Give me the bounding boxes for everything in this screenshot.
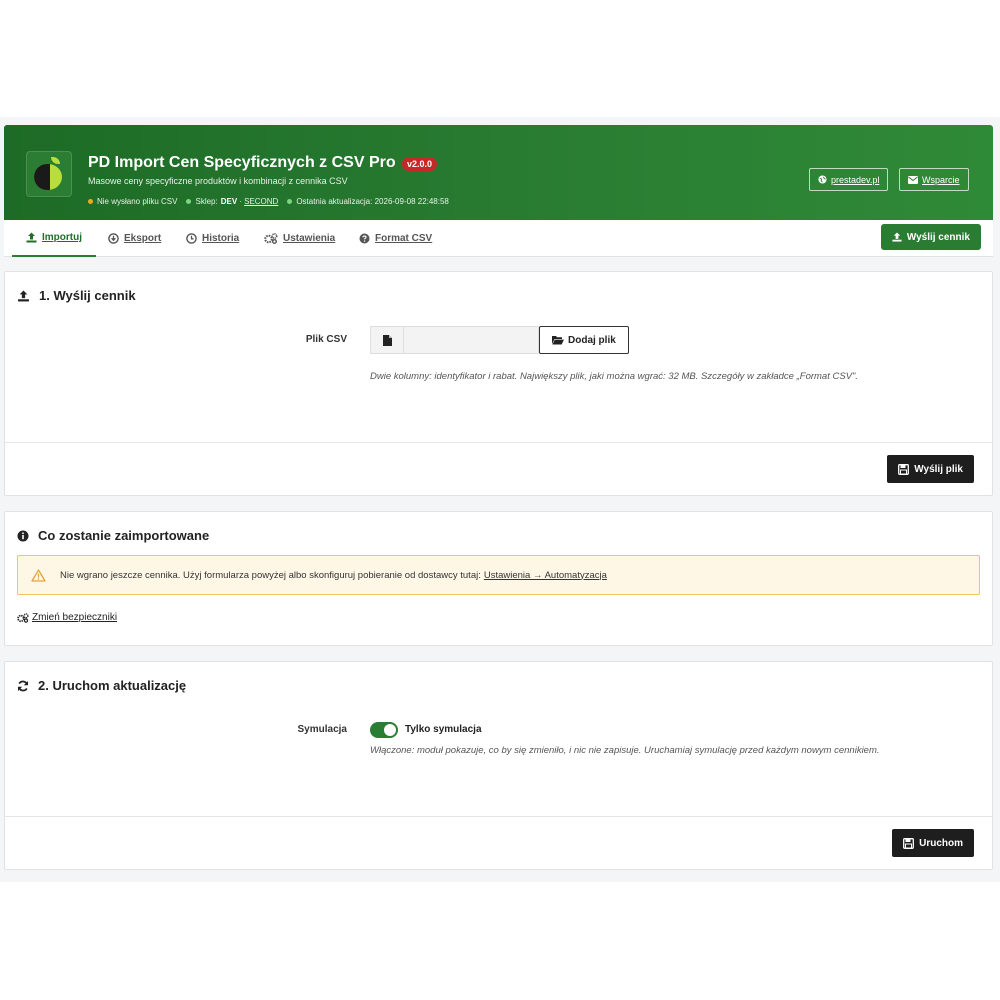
no-pricelist-alert: Nie wgrano jeszcze cennika. Użyj formula… [17, 555, 980, 595]
simulation-label: Symulacja [297, 724, 347, 735]
module-subtitle: Masowe ceny specyficzne produktów i komb… [88, 176, 348, 186]
send-pricelist-button[interactable]: Wyślij cennik [880, 224, 981, 250]
info-circle-icon [17, 530, 29, 541]
globe-icon [818, 175, 827, 184]
save-icon [903, 837, 915, 849]
version-badge: v2.0.0 [402, 157, 438, 171]
upload-panel-title: 1. Wyślij cennik [17, 288, 136, 303]
upload-icon [26, 232, 37, 243]
support-link-button[interactable]: Wsparcie [899, 168, 969, 191]
tab-history[interactable]: Historia [186, 220, 239, 257]
module-logo [26, 151, 72, 197]
change-safeguards-link[interactable]: Zmień bezpieczniki [17, 612, 117, 623]
add-file-button[interactable]: Dodaj plik [539, 326, 629, 354]
upload-panel-footer: Wyślij plik [5, 442, 992, 496]
status-bar: Nie wysłano pliku CSV Sklep: DEV · SECOND … [88, 197, 458, 206]
run-button[interactable]: Uruchom [892, 829, 974, 857]
tab-csv-format[interactable]: Format CSV [359, 220, 432, 257]
csv-file-label: Plik CSV [305, 334, 347, 345]
automation-settings-link[interactable]: Ustawienia → Automatyzacja [484, 570, 607, 581]
send-file-button[interactable]: Wyślij plik [887, 455, 974, 483]
folder-open-icon [552, 336, 564, 345]
module-page: PD Import Cen Specyficznych z CSV Pro v2… [0, 117, 1000, 882]
run-update-footer: Uruchom [5, 816, 992, 870]
import-preview-panel: Co zostanie zaimportowane Nie wgrano jes… [4, 511, 993, 646]
prestadev-link-button[interactable]: prestadev.pl [809, 168, 889, 191]
clock-icon [186, 233, 197, 244]
module-header: PD Import Cen Specyficznych z CSV Pro v2… [4, 125, 993, 220]
csv-file-name-field[interactable] [404, 326, 539, 354]
tab-export[interactable]: Eksport [108, 220, 161, 257]
simulation-toggle[interactable] [370, 722, 398, 738]
tab-bar: Importuj Eksport Historia Ustawienia For… [4, 220, 993, 257]
file-status: Nie wysłano pliku CSV [88, 197, 177, 206]
status-dot-icon [88, 199, 93, 204]
toggle-knob [384, 724, 396, 736]
simulation-toggle-label: Tylko symulacja [405, 724, 482, 735]
tab-import[interactable]: Importuj [12, 220, 96, 257]
download-circle-icon [108, 233, 119, 244]
upload-icon [18, 290, 29, 301]
last-update-status: Ostatnia aktualizacja: 2026-09-08 22:48:… [287, 197, 449, 206]
gears-icon [17, 612, 29, 623]
module-title: PD Import Cen Specyficznych z CSV Pro [88, 154, 396, 171]
upload-icon [892, 232, 902, 242]
save-icon [898, 463, 910, 475]
question-circle-icon [359, 233, 370, 244]
upload-panel: 1. Wyślij cennik Plik CSV Dodaj plik Dwi… [4, 271, 993, 496]
shop-group-link[interactable]: SECOND [244, 197, 278, 206]
import-preview-title: Co zostanie zaimportowane [17, 528, 209, 543]
status-dot-icon [287, 199, 293, 204]
envelope-icon [908, 175, 918, 184]
file-icon [370, 326, 404, 354]
gears-icon [264, 233, 278, 244]
simulation-help-text: Włączone: moduł pokazuje, co by się zmie… [370, 745, 880, 756]
csv-help-text: Dwie kolumny: identyfikator i rabat. Naj… [370, 371, 859, 382]
run-update-panel: 2. Uruchom aktualizację Symulacja Tylko … [4, 661, 993, 870]
csv-file-input-group: Dodaj plik [370, 326, 629, 354]
tab-settings[interactable]: Ustawienia [264, 220, 335, 257]
status-dot-icon [186, 199, 192, 204]
run-update-title: 2. Uruchom aktualizację [17, 678, 186, 693]
shop-status: Sklep: DEV · SECOND [186, 197, 278, 206]
refresh-icon [18, 680, 28, 691]
warning-icon [31, 568, 46, 582]
